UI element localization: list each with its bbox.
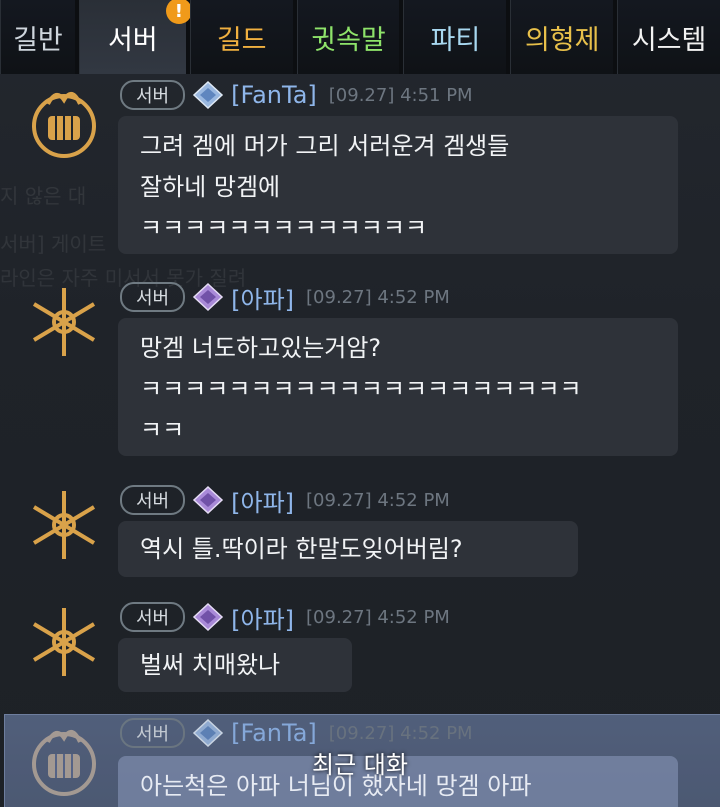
snowflake-emblem-icon	[32, 608, 96, 676]
purple-rank-icon	[193, 602, 224, 632]
sender-name[interactable]: [아파]	[231, 280, 294, 315]
timestamp: [09.27] 4:52 PM	[328, 722, 473, 744]
channel-badge: 서버	[120, 485, 186, 515]
timestamp: [09.27] 4:51 PM	[328, 84, 473, 106]
message-meta: 서버 [아파] [09.27] 4:52 PM	[120, 483, 450, 518]
snowflake-emblem-icon	[32, 491, 96, 559]
tab-label: 파티	[430, 24, 481, 56]
tab-label: 시스템	[631, 24, 707, 56]
snowflake-emblem-icon	[32, 288, 96, 356]
channel-tab-bar: 길반 서버 ! 길드 귓속말 파티 의형제 시스템	[0, 0, 720, 74]
message-meta: 서버 [아파] [09.27] 4:52 PM	[120, 600, 450, 635]
message-meta: 서버 [FanTa] [09.27] 4:51 PM	[120, 80, 473, 110]
tab-whisper[interactable]: 귓속말	[296, 0, 400, 74]
background-ghost-text: 서버] 게이트	[0, 232, 107, 256]
sender-name[interactable]: [아파]	[231, 600, 294, 635]
channel-badge: 서버	[120, 602, 186, 632]
message-bubble: 그려 겜에 머가 그리 서러운겨 겜생들 잘하네 망겜에 ㅋㅋㅋㅋㅋㅋㅋㅋㅋㅋㅋ…	[118, 116, 678, 254]
timestamp: [09.27] 4:52 PM	[306, 489, 450, 511]
tab-party[interactable]: 파티	[403, 0, 507, 74]
purple-rank-icon	[193, 485, 224, 515]
sender-name[interactable]: [FanTa]	[231, 81, 317, 109]
tab-server[interactable]: 서버 !	[78, 0, 192, 74]
tab-label: 길반	[13, 24, 63, 56]
tab-system[interactable]: 시스템	[617, 0, 720, 74]
message-meta: 서버 [아파] [09.27] 4:52 PM	[120, 280, 450, 315]
message-bubble: 벌써 치매왔나	[118, 638, 352, 692]
channel-badge: 서버	[120, 718, 186, 748]
message-bubble: 망겜 너도하고있는거암? ㅋㅋㅋㅋㅋㅋㅋㅋㅋㅋㅋㅋㅋㅋㅋㅋㅋㅋㅋㅋ ㅋㅋ	[118, 318, 678, 456]
tab-label: 의형제	[524, 24, 600, 56]
alert-icon: !	[165, 0, 192, 24]
sender-name[interactable]: [아파]	[231, 483, 294, 518]
purple-rank-icon	[193, 282, 224, 312]
sender-name[interactable]: [FanTa]	[231, 719, 317, 747]
message-meta: 서버 [FanTa] [09.27] 4:52 PM	[120, 718, 473, 748]
tab-label: 서버	[107, 24, 158, 56]
tab-guild[interactable]: 길드	[189, 0, 293, 74]
message-bubble: 역시 틀.딱이라 한말도잊어버림?	[118, 521, 578, 577]
fist-emblem-icon	[32, 92, 96, 158]
channel-badge: 서버	[120, 282, 186, 312]
chat-screen: 지 않은 대 서버] 게이트 라인은 자주 미서서 못가 질려 길반 서버 ! …	[0, 0, 720, 807]
background-ghost-text: 지 않은 대	[0, 184, 87, 208]
tab-brotherhood[interactable]: 의형제	[510, 0, 614, 74]
diamond-rank-icon	[193, 718, 224, 748]
timestamp: [09.27] 4:52 PM	[306, 286, 450, 308]
timestamp: [09.27] 4:52 PM	[306, 606, 450, 628]
tab-label: 길드	[216, 24, 267, 56]
tab-general[interactable]: 길반	[0, 0, 75, 74]
recent-conversation-label[interactable]: 최근 대화	[0, 745, 720, 780]
channel-badge: 서버	[120, 80, 186, 110]
diamond-rank-icon	[193, 80, 224, 110]
tab-label: 귓속말	[311, 24, 386, 56]
